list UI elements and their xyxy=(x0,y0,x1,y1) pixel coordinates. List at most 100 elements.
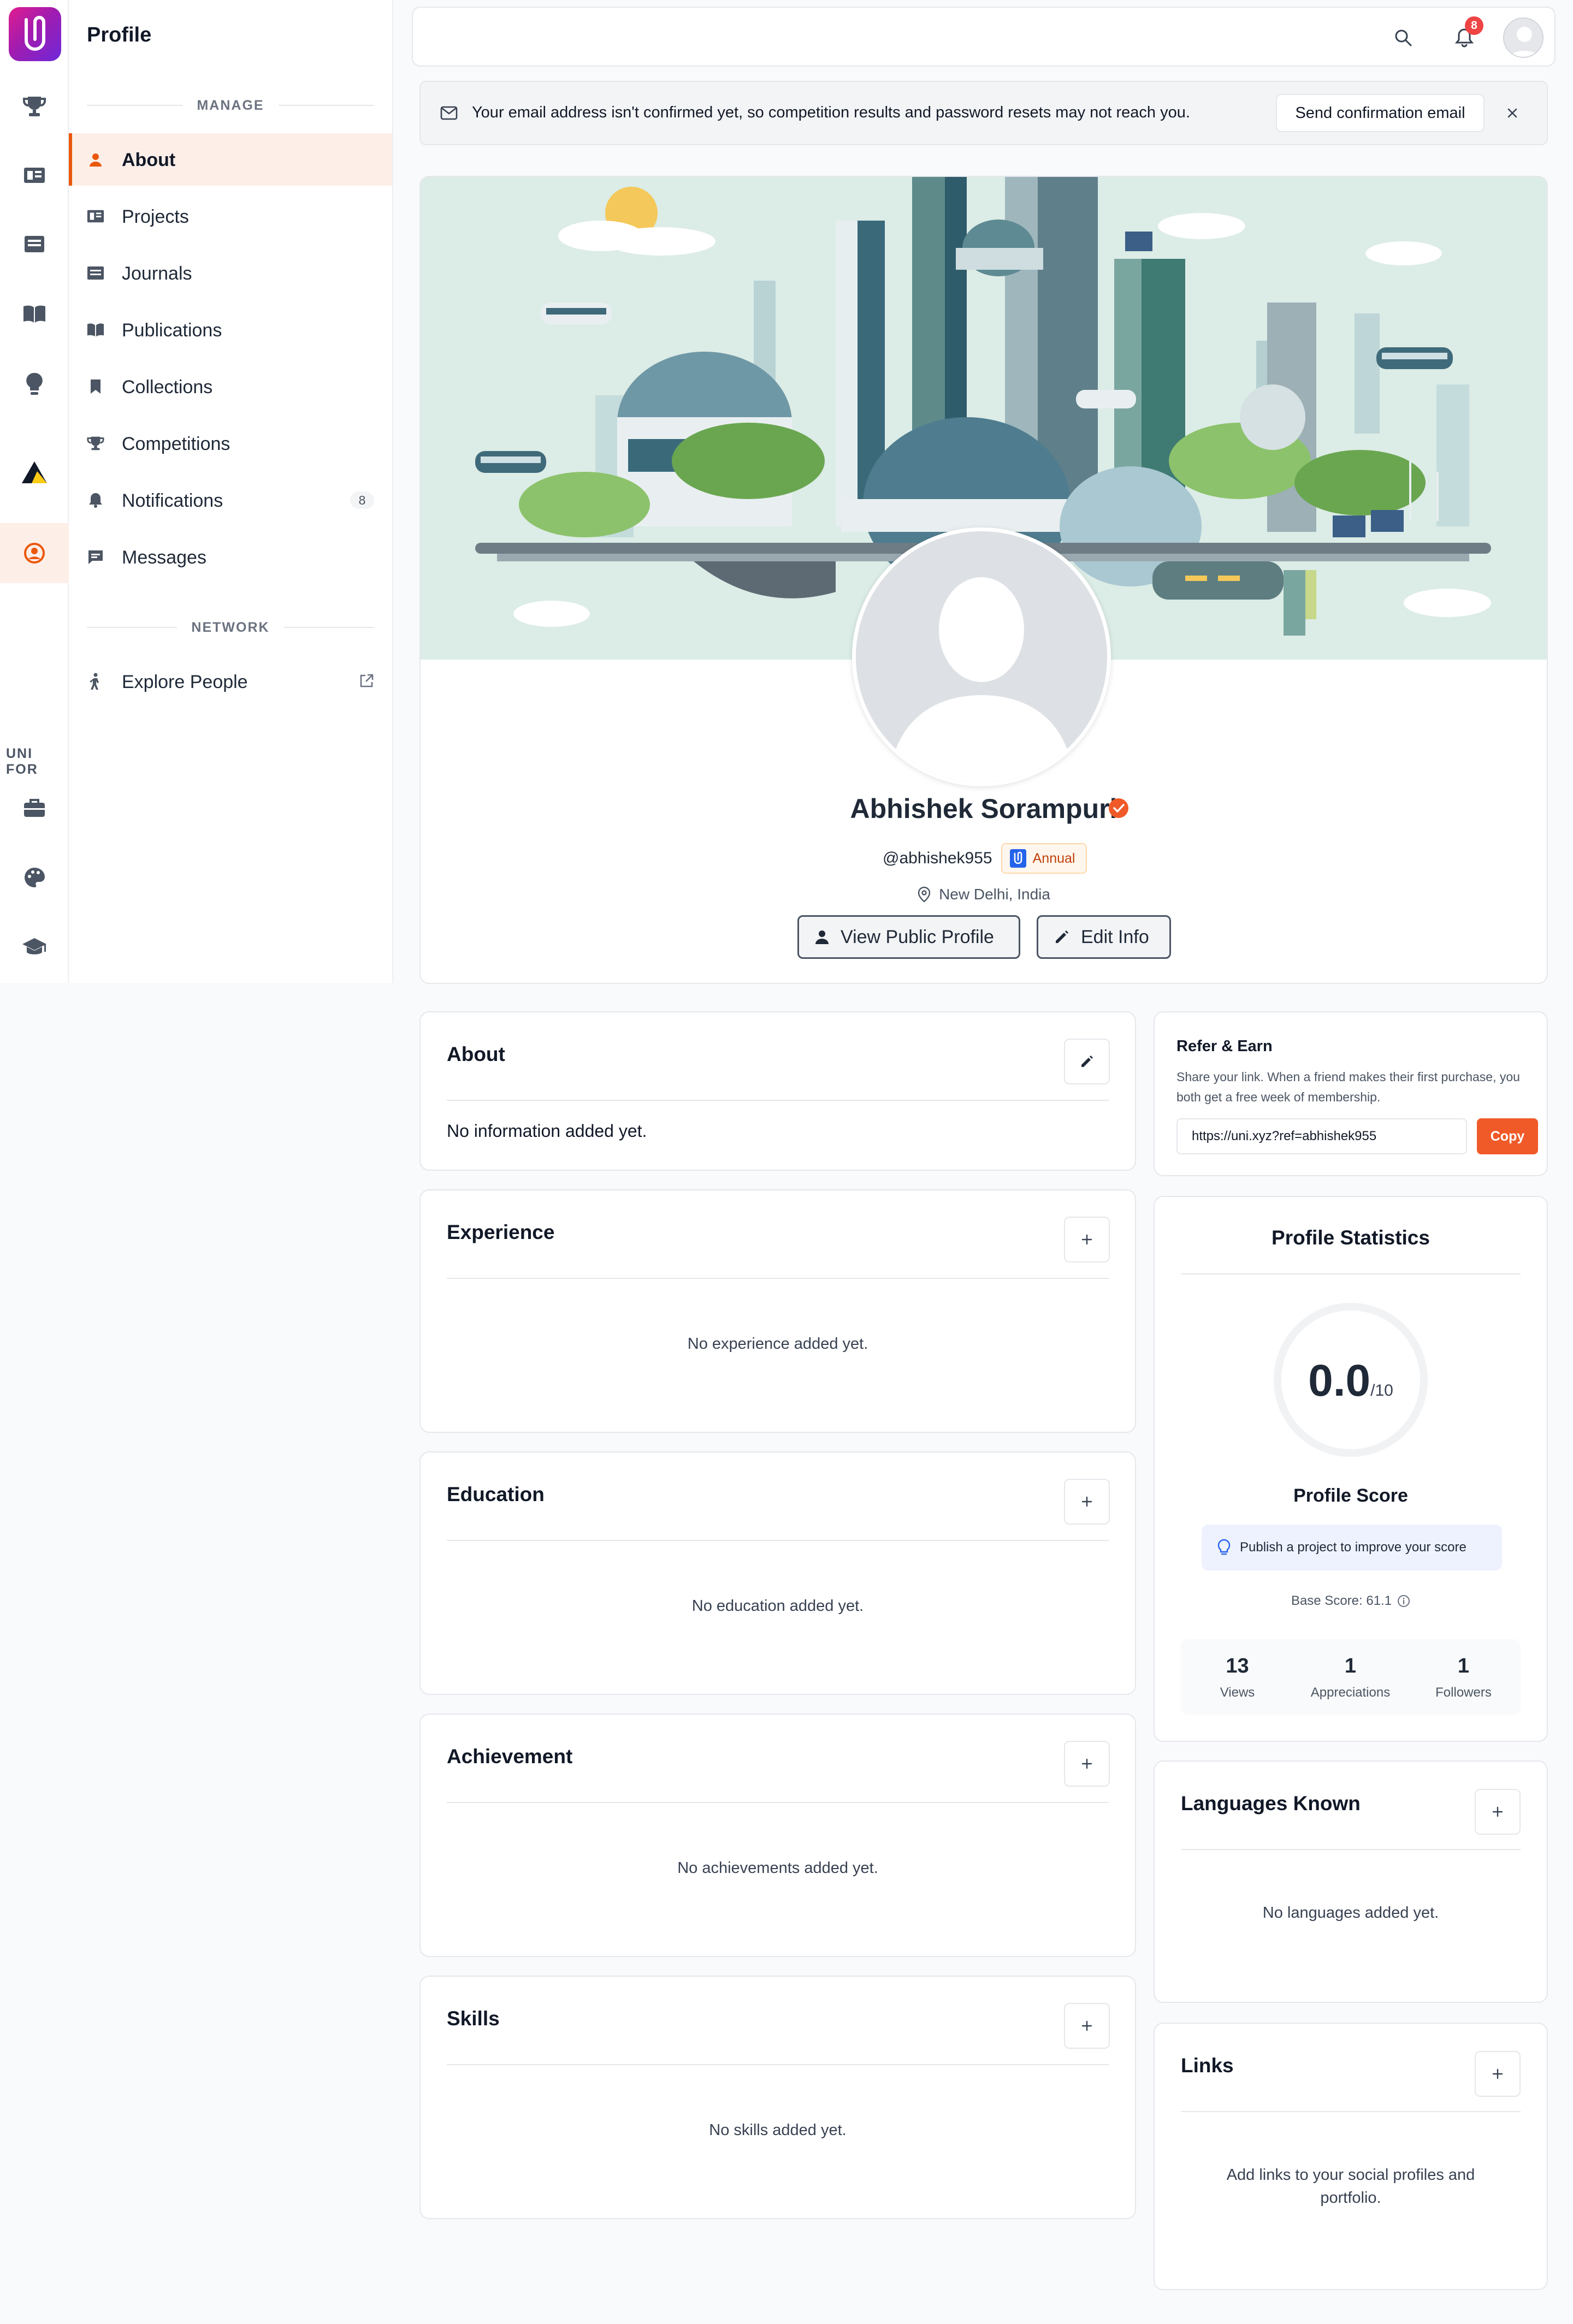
external-link-icon xyxy=(359,673,374,689)
menu-item-label: Journals xyxy=(122,263,192,284)
divider xyxy=(447,1540,1109,1541)
avatar-placeholder-icon xyxy=(856,531,1107,782)
brand-triangle-icon[interactable] xyxy=(0,442,69,502)
network-section-header: NETWORK xyxy=(87,619,374,636)
menu-item-publications[interactable]: Publications xyxy=(69,304,392,356)
notification-badge: 8 xyxy=(1465,16,1483,35)
pencil-icon xyxy=(1056,930,1068,943)
location: New Delhi, India xyxy=(421,886,1547,903)
profile-header-card: Abhishek Sorampuri @abhishek955 Annual N… xyxy=(419,176,1548,984)
education-title: Education xyxy=(447,1483,545,1505)
icon-rail: UNI FOR xyxy=(0,0,69,983)
book-icon[interactable] xyxy=(0,284,69,344)
skills-empty-text: No skills added yet. xyxy=(709,2121,847,2139)
profile-icon[interactable] xyxy=(0,523,69,583)
bookmark-icon xyxy=(87,379,104,394)
username: @abhishek955 xyxy=(883,849,992,867)
lightbulb-icon xyxy=(1217,1539,1231,1555)
close-icon[interactable] xyxy=(1504,105,1521,121)
menu-item-label: Competitions xyxy=(122,434,230,454)
book-icon xyxy=(87,322,104,337)
edit-about-button[interactable] xyxy=(1064,1039,1110,1084)
menu-item-projects[interactable]: Projects xyxy=(69,190,392,242)
network-section-label: NETWORK xyxy=(191,619,270,635)
skills-title: Skills xyxy=(447,2007,500,2030)
menu-item-label: Projects xyxy=(122,206,189,227)
divider xyxy=(447,1278,1109,1279)
achievement-empty-text: No achievements added yet. xyxy=(677,1859,878,1877)
location-text: New Delhi, India xyxy=(939,886,1050,903)
location-pin-icon xyxy=(918,886,931,903)
rail-section-label: UNI FOR xyxy=(6,746,38,777)
search-button[interactable] xyxy=(1388,23,1418,52)
plus-icon xyxy=(1081,1234,1092,1245)
edit-info-label: Edit Info xyxy=(1081,926,1149,947)
menu-item-explore-people[interactable]: Explore People xyxy=(69,655,392,708)
view-public-profile-label: View Public Profile xyxy=(841,926,994,947)
divider xyxy=(447,1100,1109,1101)
divider xyxy=(447,1802,1109,1803)
uni-logo-icon xyxy=(1009,849,1026,868)
menu-item-journals[interactable]: Journals xyxy=(69,247,392,299)
projects-icon xyxy=(87,209,104,224)
lightbulb-icon[interactable] xyxy=(0,354,69,414)
add-language-button[interactable] xyxy=(1475,1789,1521,1835)
trophy-icon[interactable] xyxy=(0,76,69,137)
menu-item-notifications[interactable]: Notifications 8 xyxy=(69,474,392,526)
mail-icon xyxy=(440,106,458,120)
info-icon[interactable] xyxy=(1397,1594,1410,1608)
username-row: @abhishek955 Annual xyxy=(883,843,1087,874)
view-public-profile-button[interactable]: View Public Profile xyxy=(797,915,1020,959)
explore-icon xyxy=(87,673,104,690)
journal-icon[interactable] xyxy=(0,214,69,274)
about-empty-text: No information added yet. xyxy=(447,1121,647,1141)
stat-value: 1 xyxy=(1344,1655,1357,1677)
add-link-button[interactable] xyxy=(1475,2051,1521,2097)
manage-section-label: MANAGE xyxy=(197,97,264,113)
refer-earn-card: Refer & Earn Share your link. When a fri… xyxy=(1154,1011,1548,1176)
edit-info-button[interactable]: Edit Info xyxy=(1037,915,1171,959)
stat-label: Followers xyxy=(1435,1685,1492,1700)
menu-title: Profile xyxy=(87,23,152,46)
menu-item-collections[interactable]: Collections xyxy=(69,360,392,413)
app-logo[interactable] xyxy=(9,7,61,61)
profile-avatar[interactable] xyxy=(852,527,1111,786)
menu-item-competitions[interactable]: Competitions xyxy=(69,417,392,470)
divider xyxy=(1181,1273,1521,1274)
menu-item-label: Publications xyxy=(122,320,222,341)
copy-link-button[interactable]: Copy xyxy=(1477,1118,1538,1154)
score-number: 0.0 xyxy=(1308,1356,1371,1406)
search-icon xyxy=(1395,29,1412,46)
links-title: Links xyxy=(1181,2054,1234,2077)
palette-icon[interactable] xyxy=(0,847,69,908)
add-achievement-button[interactable] xyxy=(1064,1741,1110,1787)
menu-item-messages[interactable]: Messages xyxy=(69,531,392,583)
referral-link-input[interactable]: https://uni.xyz?ref=abhishek955 xyxy=(1176,1118,1467,1154)
stat-label: Appreciations xyxy=(1310,1685,1391,1700)
add-experience-button[interactable] xyxy=(1064,1217,1110,1262)
graduation-cap-icon[interactable] xyxy=(0,917,69,977)
user-avatar[interactable] xyxy=(1503,17,1544,58)
skills-card: Skills No skills added yet. xyxy=(419,1976,1136,2219)
notifications-button[interactable]: 8 xyxy=(1450,16,1483,52)
briefcase-icon[interactable] xyxy=(0,778,69,838)
add-skill-button[interactable] xyxy=(1064,2003,1110,2049)
statistics-row: 13 Views 1 Appreciations 1 Followers xyxy=(1181,1639,1521,1715)
menu-item-label: Collections xyxy=(122,377,213,398)
plan-badge: Annual xyxy=(1001,843,1087,874)
achievement-card: Achievement No achievements added yet. xyxy=(419,1714,1136,1957)
send-confirmation-email-button[interactable]: Send confirmation email xyxy=(1276,94,1485,132)
alert-message: Your email address isn't confirmed yet, … xyxy=(472,104,1190,121)
add-education-button[interactable] xyxy=(1064,1479,1110,1525)
profile-name: Abhishek Sorampuri xyxy=(850,793,1117,824)
plus-icon xyxy=(1081,1758,1092,1769)
menu-item-label: Explore People xyxy=(122,672,248,692)
pencil-icon xyxy=(1081,1056,1093,1067)
menu-item-about[interactable]: About xyxy=(69,133,392,186)
divider xyxy=(1181,1849,1521,1850)
statistics-title: Profile Statistics xyxy=(1272,1226,1430,1249)
experience-empty-text: No experience added yet. xyxy=(687,1335,868,1353)
plus-icon xyxy=(1081,2020,1092,2031)
score-tip: Publish a project to improve your score xyxy=(1202,1525,1502,1570)
projects-icon[interactable] xyxy=(0,144,69,204)
